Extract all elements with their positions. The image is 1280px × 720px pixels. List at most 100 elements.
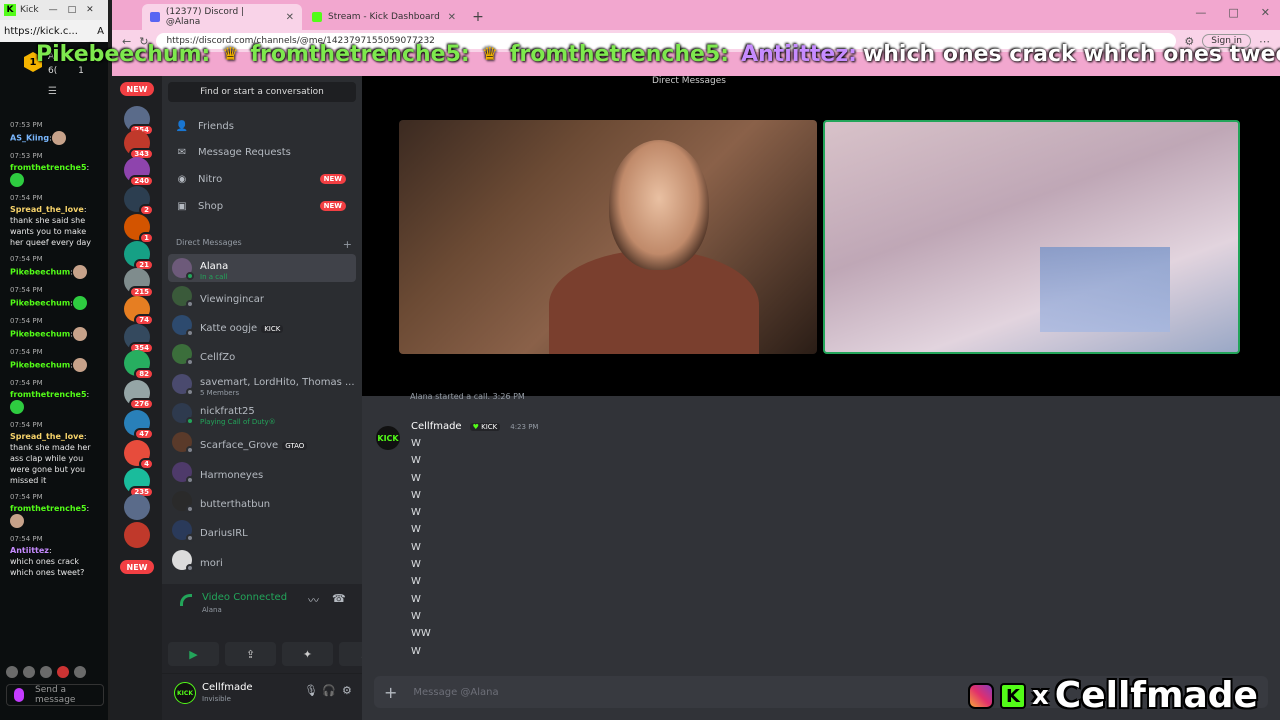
headphones-icon[interactable]: 🎧 [322,684,336,697]
chat-username[interactable]: Pikebeechum [10,361,70,370]
server-icon[interactable]: 343 [124,130,154,160]
tag-label: KICK [481,422,498,431]
close-icon[interactable]: ✕ [86,5,94,15]
ticker-username: Pikebeechum: [36,41,211,67]
voice-channel[interactable]: Alana [202,606,222,614]
chat-username[interactable]: AS_Kiing [10,134,49,143]
chat-username[interactable]: Spread_the_love [10,205,84,214]
avatar[interactable]: KICK [376,426,400,450]
server-icon[interactable] [124,494,150,520]
chat-username[interactable]: Spread_the_love [10,432,84,441]
close-icon[interactable]: ✕ [1261,6,1270,19]
activities-button[interactable]: ✦ [282,642,333,666]
tab-kick-dashboard[interactable]: Stream - Kick Dashboard ✕ [304,4,464,30]
chat-username[interactable]: Pikebeechum [10,330,70,339]
dm-item[interactable]: Scarface_Grove GTAO [168,428,356,456]
new-servers-pill[interactable]: NEW [120,82,154,96]
dm-text: Alana In a call [200,254,228,282]
disconnect-icon[interactable]: ☎ [332,592,346,605]
server-icon[interactable]: 82 [124,350,154,380]
chat-username[interactable]: Antiittez [10,546,49,555]
message-timestamp: 4:23 PM [510,422,539,431]
mention-badge: 240 [129,175,154,187]
chat-separator: : [83,432,87,441]
minimize-icon[interactable]: — [1195,6,1206,19]
find-conversation-input[interactable]: Find or start a conversation [168,82,356,102]
chat-username[interactable]: fromthetrenche5 [10,504,87,513]
chat-username[interactable]: Pikebeechum [10,268,70,277]
dm-item[interactable]: CellfZo [168,340,356,368]
chat-time: 07:54 PM [10,379,43,387]
filter-icon[interactable]: ☰ [48,86,57,97]
new-servers-pill[interactable]: NEW [120,560,154,574]
dm-item[interactable]: Katte oogje KICK [168,311,356,339]
voice-connection-panel: Video Connected Alana 〰 ☎ ▶ ⇪ ✦ ♪ [162,584,390,674]
dm-item[interactable]: Alana In a call [168,254,356,282]
dm-item[interactable]: mori [168,546,356,574]
server-icon[interactable]: 74 [124,296,154,326]
close-tab-icon[interactable]: ✕ [448,12,456,23]
server-icon[interactable]: 215 [124,268,154,298]
nav-shop[interactable]: ▣ Shop NEW [168,194,356,218]
dm-item[interactable]: Harmoneyes [168,458,356,486]
composer-placeholder: Message @Alana [413,686,499,698]
avatar[interactable]: KICK [174,682,196,704]
chat-username[interactable]: fromthetrenche5 [10,163,87,172]
server-icon[interactable]: 235 [124,468,154,498]
create-dm-button[interactable]: + [343,238,352,251]
kick-window-title: Kick [20,5,39,15]
video-tile-self[interactable] [823,120,1240,354]
emote-icon[interactable] [57,666,69,678]
emote-icon[interactable] [23,666,35,678]
server-icon[interactable]: 47 [124,410,154,440]
camera-button[interactable]: ▶ [168,642,219,666]
maximize-icon[interactable]: □ [1228,6,1238,19]
nav-message-requests[interactable]: ✉ Message Requests [168,140,356,164]
server-icon[interactable]: 21 [124,241,154,271]
dm-item[interactable]: DariusIRL [168,516,356,544]
server-icon[interactable]: 4 [124,440,154,470]
minimize-icon[interactable]: — [49,5,58,15]
server-icon[interactable]: 354 [124,324,154,354]
maximize-icon[interactable]: □ [68,5,77,15]
dm-text: mori [200,551,223,570]
nav-nitro[interactable]: ◉ Nitro NEW [168,167,356,191]
message-author[interactable]: Cellfmade [411,421,462,432]
new-tab-button[interactable]: + [466,4,490,30]
tab-discord[interactable]: (12377) Discord | @Alana ✕ [142,4,302,30]
noise-suppression-icon[interactable]: 〰 [308,592,319,608]
server-icon[interactable]: 240 [124,157,154,187]
emote-icon[interactable] [6,666,18,678]
server-icon[interactable]: 254 [124,106,154,136]
attach-plus-icon[interactable]: + [384,683,397,702]
status-dot-icon [186,388,194,396]
screen-share-button[interactable]: ⇪ [225,642,276,666]
emote-icon[interactable] [40,666,52,678]
read-aloud-icon[interactable]: A [97,26,104,37]
chat-text: which ones crack which ones tweet? [10,557,85,577]
chat-time: 07:54 PM [10,493,43,501]
dm-name: Harmoneyes [200,469,264,481]
emote-icon[interactable] [74,666,86,678]
message-line: WW [411,628,431,640]
server-icon[interactable] [124,522,150,548]
kick-send-input[interactable]: Send a message [6,684,104,706]
video-tile-alana[interactable] [399,120,817,354]
dm-item[interactable]: butterthatbun [168,487,356,515]
server-icon[interactable]: 2 [124,186,154,216]
mic-icon[interactable]: 🎙 [304,684,318,697]
message-lines: W W W W W W W W W W W WW W [411,435,431,660]
dm-item[interactable]: savemart, LordHito, Thomas ... 5 Members [168,370,356,398]
chat-separator: : [86,163,90,172]
dm-item[interactable]: Viewingincar [168,282,356,310]
close-tab-icon[interactable]: ✕ [286,12,294,23]
chat-message: 07:54 PM Pikebeechum: [0,314,108,345]
chat-username[interactable]: Pikebeechum [10,299,70,308]
nav-friends[interactable]: 👤 Friends [168,114,356,138]
server-icon[interactable]: 276 [124,380,154,410]
chat-username[interactable]: fromthetrenche5 [10,390,87,399]
server-icon[interactable]: 1 [124,214,154,244]
message-line: W [411,455,421,467]
dm-item[interactable]: nickfratt25 Playing Call of Duty® [168,399,356,427]
settings-gear-icon[interactable]: ⚙ [342,684,352,697]
